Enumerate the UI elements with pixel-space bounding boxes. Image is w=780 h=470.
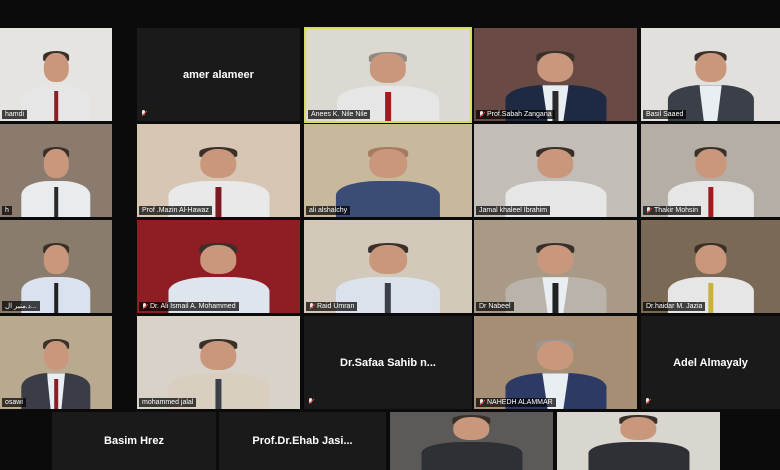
participant-name-label: Dr. Ali Ismail A. Mohammed: [139, 302, 239, 311]
participant-name-label: Prof.Sabah Zangana: [476, 110, 555, 119]
participant-video: [587, 412, 690, 470]
participant-name-label: Dr Nabeel: [476, 302, 514, 311]
participant-name-label: hamdi: [2, 110, 28, 119]
participant-tile[interactable]: Prof.Dr.Ehab Jasi...: [219, 412, 386, 470]
mic-muted-icon: [479, 111, 485, 118]
participant-name-label: د.منير ال...: [2, 301, 40, 311]
participant-tile[interactable]: Prof.Sabah Zangana: [474, 28, 637, 121]
participant-tile[interactable]: Dr. Ali Ismail A. Mohammed: [137, 220, 300, 313]
participant-name: Basim Hrez: [104, 435, 164, 447]
participant-name-label: osawi: [2, 398, 26, 407]
participant-tile[interactable]: hamdi: [0, 28, 112, 121]
participant-name-label: Raid Umran: [306, 302, 358, 311]
participant-tile[interactable]: amer alameer: [137, 28, 300, 121]
participant-name: Prof.Dr.Ehab Jasi...: [252, 435, 353, 447]
participant-name-label: h: [2, 206, 12, 215]
participant-tile[interactable]: Raid Umran: [304, 220, 472, 313]
participant-video: [420, 412, 523, 470]
participant-tile[interactable]: [390, 412, 553, 470]
participant-tile[interactable]: Dr Nabeel: [474, 220, 637, 313]
mic-muted-icon: [645, 398, 651, 405]
participant-name-label: ali alshalchy: [306, 206, 351, 215]
participant-name-label: Jamal khaleel Ibrahim: [476, 206, 551, 215]
participant-name: amer alameer: [183, 68, 254, 81]
participant-tile[interactable]: mohammed jalal: [137, 316, 300, 409]
participant-tile[interactable]: osawi: [0, 316, 112, 409]
participant-tile[interactable]: NAHEDH ALAMMAR: [474, 316, 637, 409]
participant-video: [21, 47, 91, 121]
participant-name-label: Basil Saaed: [643, 110, 687, 119]
participant-tile[interactable]: Dr.haidar M. Jazia: [641, 220, 780, 313]
participant-name: Adel Almayaly: [673, 356, 748, 369]
participant-name-label: Dr.haidar M. Jazia: [643, 302, 706, 311]
participant-video: [21, 335, 91, 409]
participant-name: Dr.Safaa Sahib n...: [340, 356, 436, 369]
participant-video: [21, 143, 91, 217]
participant-tile[interactable]: Thakir Mohsin: [641, 124, 780, 217]
participant-video: [335, 143, 441, 217]
participant-name-label: Prof .Mazin Al-Hawaz: [139, 206, 212, 215]
mic-muted-icon: [142, 303, 148, 310]
mic-muted-icon: [308, 398, 314, 405]
participant-name-label: Thakir Mohsin: [643, 206, 701, 215]
mic-muted-icon: [479, 399, 485, 406]
participant-name-label: Anees K. Nile Nile: [308, 110, 371, 119]
mic-muted-icon: [141, 110, 147, 117]
participant-tile[interactable]: Prof .Mazin Al-Hawaz: [137, 124, 300, 217]
participant-tile[interactable]: Basil Saaed: [641, 28, 780, 121]
participant-tile[interactable]: Jamal khaleel Ibrahim: [474, 124, 637, 217]
participant-tile[interactable]: Adel Almayaly: [641, 316, 780, 409]
participant-tile[interactable]: Dr.Safaa Sahib n...: [304, 316, 472, 409]
participant-tile[interactable]: Basim Hrez: [52, 412, 216, 470]
participant-name-label: mohammed jalal: [139, 398, 197, 407]
active-speaker-tile[interactable]: Anees K. Nile Nile: [304, 27, 472, 123]
participant-tile[interactable]: ali alshalchy: [304, 124, 472, 217]
participant-video: [504, 239, 607, 313]
mic-muted-icon: [646, 207, 652, 214]
participant-tile[interactable]: د.منير ال...: [0, 220, 112, 313]
participant-name-label: NAHEDH ALAMMAR: [476, 398, 556, 407]
participant-tile[interactable]: h: [0, 124, 112, 217]
mic-muted-icon: [309, 303, 315, 310]
participant-tile[interactable]: [557, 412, 720, 470]
